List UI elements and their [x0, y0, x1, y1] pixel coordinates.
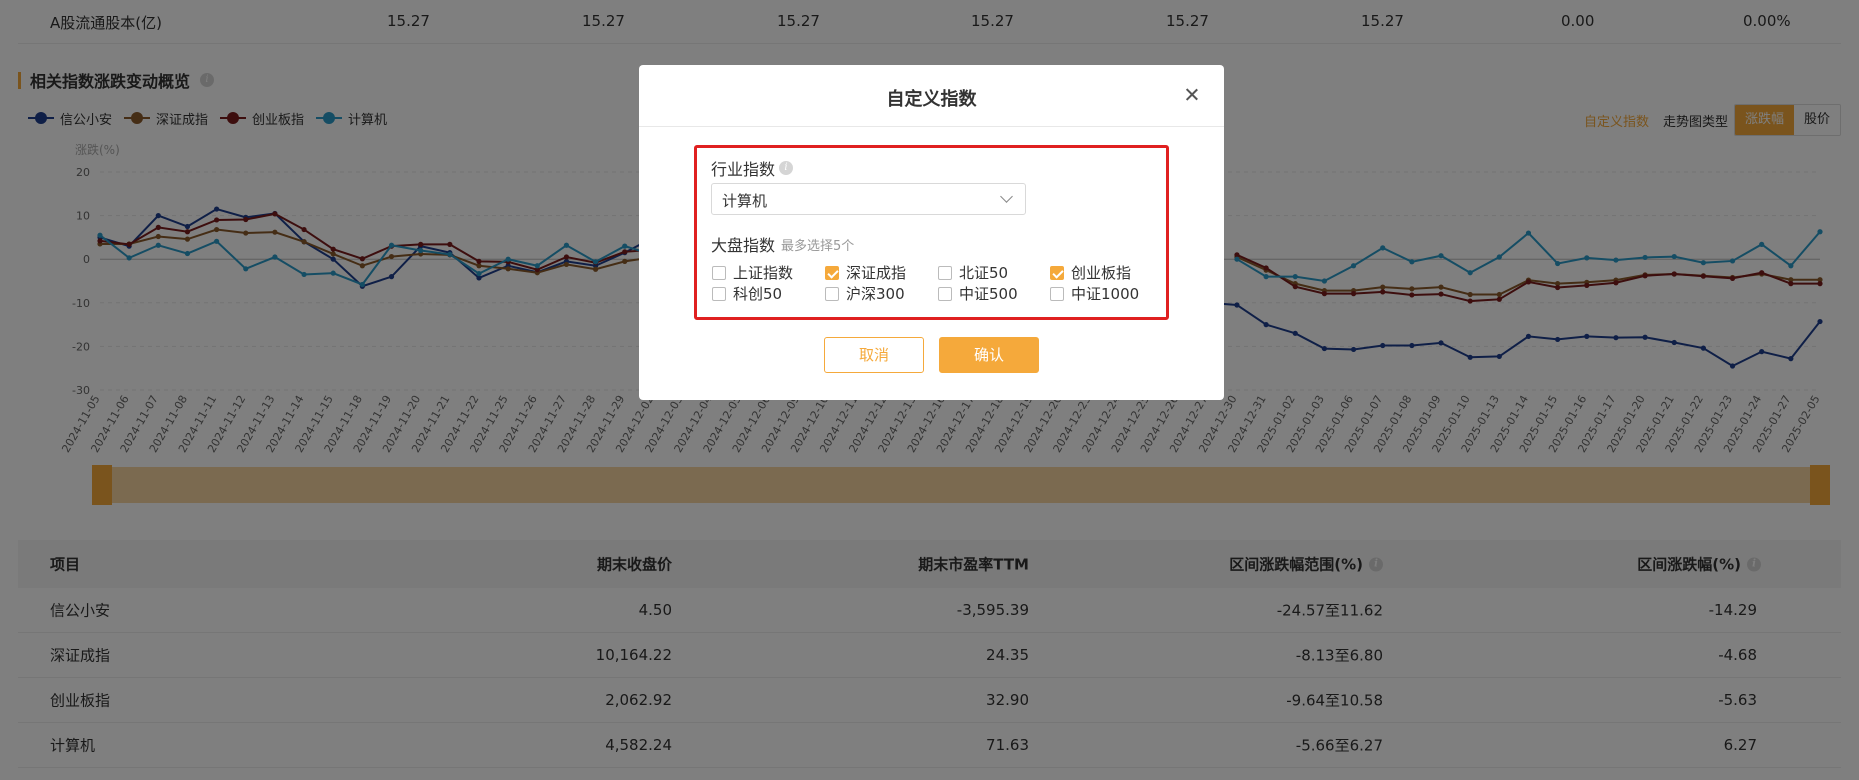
cancel-button[interactable]: 取消 — [824, 337, 924, 373]
checkbox-label: 科创50 — [733, 285, 783, 303]
checkbox-label: 中证500 — [959, 285, 1018, 303]
checkbox-box[interactable] — [712, 286, 726, 301]
checkbox-box[interactable] — [712, 265, 726, 280]
select-value: 计算机 — [722, 192, 768, 210]
checkbox-box[interactable] — [825, 265, 839, 280]
market-hint: 最多选择5个 — [781, 238, 855, 254]
chevron-down-icon — [1000, 190, 1013, 203]
custom-index-dialog: 自定义指数 行业指数 i 计算机 大盘指数 最多选择5个 上证指数 深证成指 北… — [639, 65, 1224, 400]
checkbox-label: 创业板指 — [1071, 264, 1132, 282]
checkbox-shanghai-composite[interactable]: 上证指数 — [712, 262, 793, 283]
checkbox-box[interactable] — [1050, 265, 1064, 280]
checkbox-csi500[interactable]: 中证500 — [938, 283, 1018, 304]
checkbox-shenzhen-component[interactable]: 深证成指 — [825, 262, 906, 283]
info-icon[interactable]: i — [779, 161, 794, 175]
checkbox-box[interactable] — [1050, 286, 1064, 301]
checkbox-box[interactable] — [938, 265, 952, 280]
dialog-header: 自定义指数 — [639, 65, 1224, 127]
checkbox-bse50[interactable]: 北证50 — [938, 262, 1008, 283]
checkbox-csi1000[interactable]: 中证1000 — [1050, 283, 1139, 304]
checkbox-label: 沪深300 — [846, 285, 905, 303]
checkbox-label: 北证50 — [959, 264, 1009, 282]
checkbox-label: 深证成指 — [846, 264, 907, 282]
page: A股流通股本(亿) 15.27 15.27 15.27 15.27 15.27 … — [0, 0, 1859, 780]
checkbox-box[interactable] — [825, 286, 839, 301]
checkbox-csi300[interactable]: 沪深300 — [825, 283, 905, 304]
checkbox-star50[interactable]: 科创50 — [712, 283, 782, 304]
checkbox-label: 上证指数 — [733, 264, 794, 282]
checkbox-label: 中证1000 — [1071, 285, 1140, 303]
checkbox-box[interactable] — [938, 286, 952, 301]
checkbox-chinext[interactable]: 创业板指 — [1050, 262, 1131, 283]
confirm-button[interactable]: 确认 — [939, 337, 1039, 373]
industry-index-label: 行业指数 i — [711, 156, 794, 180]
industry-label-text: 行业指数 — [711, 160, 776, 179]
close-icon[interactable] — [1182, 85, 1202, 105]
industry-index-select[interactable]: 计算机 — [711, 183, 1026, 215]
market-index-label: 大盘指数 最多选择5个 — [711, 232, 854, 256]
market-label-text: 大盘指数 — [711, 236, 776, 255]
dialog-title: 自定义指数 — [886, 89, 977, 110]
